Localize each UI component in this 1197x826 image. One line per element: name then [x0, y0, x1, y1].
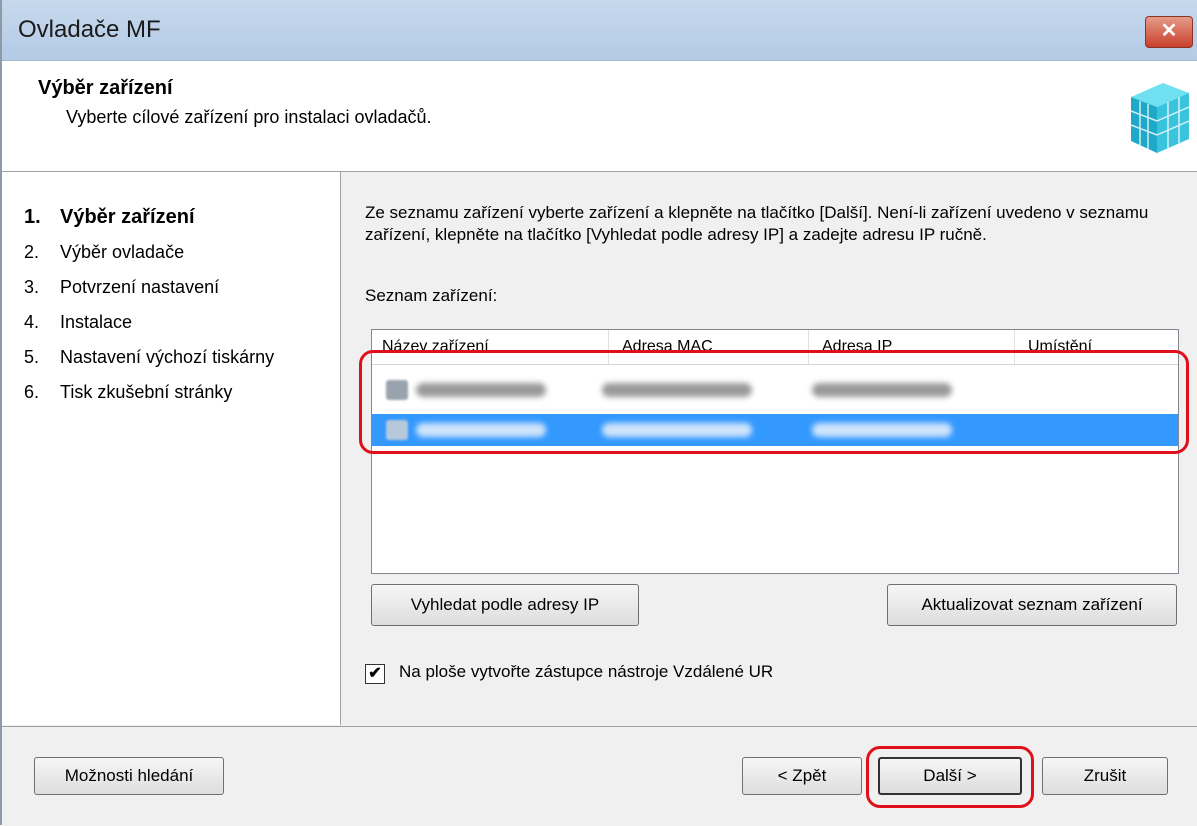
device-list-label: Seznam zařízení: — [365, 286, 498, 305]
create-shortcut-label: Na ploše vytvořte zástupce nástroje Vzdá… — [399, 662, 774, 681]
create-shortcut-checkbox[interactable]: ✔ — [365, 664, 385, 684]
close-button[interactable]: ✕ — [1145, 16, 1193, 48]
wizard-header: Výběr zařízení Vyberte cílové zařízení p… — [2, 61, 1197, 172]
page-subtitle: Vyberte cílové zařízení pro instalaci ov… — [66, 107, 432, 127]
step-item-default-printer: 5. Nastavení výchozí tiskárny — [24, 347, 275, 367]
page-title: Výběr zařízení — [38, 77, 173, 99]
main-panel: Ze seznamu zařízení vyberte zařízení a k… — [341, 172, 1197, 725]
wizard-footer: Možnosti hledání < Zpět Další > Zrušit — [2, 726, 1197, 826]
device-list-highlight — [359, 350, 1189, 454]
window-title: Ovladače MF — [18, 16, 161, 43]
installer-window: Ovladače MF ✕ Výběr zařízení Vyberte cíl… — [0, 0, 1197, 826]
search-by-ip-button[interactable]: Vyhledat podle adresy IP — [371, 584, 639, 626]
step-item-device-selection: 1. Výběr zařízení — [24, 206, 195, 228]
step-item-driver-selection: 2. Výběr ovladače — [24, 242, 185, 262]
step-item-installation: 4. Instalace — [24, 312, 133, 332]
steps-list: 1. Výběr zařízení 2. Výběr ovladače 3. Potv… — [24, 200, 274, 410]
title-bar: Ovladače MF ✕ — [2, 0, 1197, 61]
back-button[interactable]: < Zpět — [742, 757, 862, 795]
search-options-button[interactable]: Možnosti hledání — [34, 757, 224, 795]
refresh-device-list-button[interactable]: Aktualizovat seznam zařízení — [887, 584, 1177, 626]
steps-sidebar: 1. Výběr zařízení 2. Výběr ovladače 3. Potv… — [2, 172, 341, 725]
installer-logo-icon — [1130, 83, 1190, 153]
step-item-test-page: 6. Tisk zkušební stránky — [24, 382, 233, 402]
instructions-text: Ze seznamu zařízení vyberte zařízení a k… — [365, 203, 1149, 244]
next-button-highlight — [866, 746, 1034, 808]
step-item-confirm-settings: 3. Potvrzení nastavení — [24, 277, 220, 297]
cancel-button[interactable]: Zrušit — [1042, 757, 1168, 795]
